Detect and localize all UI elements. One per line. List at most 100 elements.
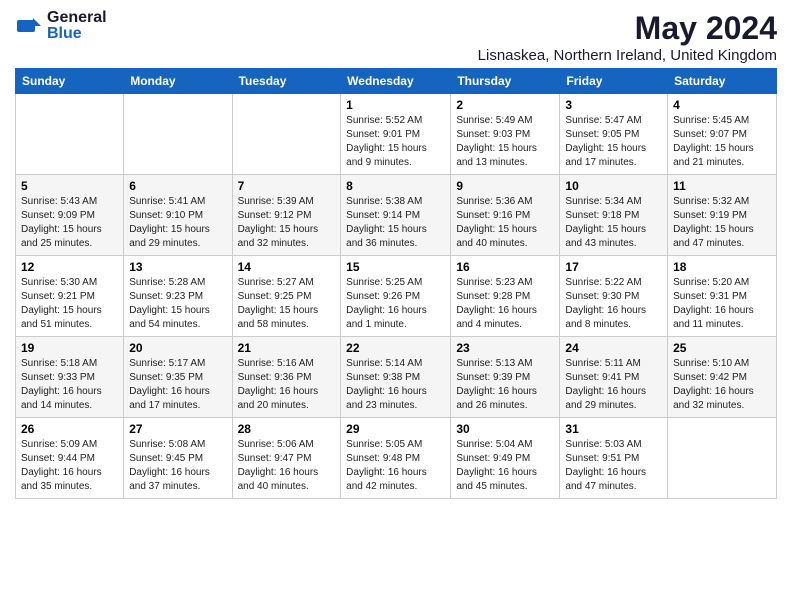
day-number: 6	[129, 179, 226, 193]
calendar-cell: 12 Sunrise: 5:30 AM Sunset: 9:21 PM Dayli…	[16, 256, 124, 337]
calendar-cell: 2 Sunrise: 5:49 AM Sunset: 9:03 PM Daylig…	[451, 94, 560, 175]
day-info: Sunrise: 5:39 AM Sunset: 9:12 PM Dayligh…	[238, 195, 336, 251]
calendar-cell: 29Sunrise: 5:05 AM Sunset: 9:48 PM Dayli…	[341, 418, 451, 499]
day-info: Sunrise: 5:34 AM Sunset: 9:18 PM Dayligh…	[565, 195, 662, 251]
calendar-week-5: 26Sunrise: 5:09 AM Sunset: 9:44 PM Dayli…	[16, 418, 777, 499]
calendar-cell: 25 Sunrise: 5:10 AM Sunset: 9:42 PM Dayli…	[668, 337, 777, 418]
calendar-week-1: 1 Sunrise: 5:52 AM Sunset: 9:01 PM Daylig…	[16, 94, 777, 175]
calendar-cell: 21 Sunrise: 5:16 AM Sunset: 9:36 PM Dayli…	[232, 337, 341, 418]
day-number: 27	[129, 422, 226, 436]
day-number: 19	[21, 341, 118, 355]
day-number: 14	[238, 260, 336, 274]
day-info: Sunrise: 5:17 AM Sunset: 9:35 PM Dayligh…	[129, 357, 226, 413]
day-number: 3	[565, 98, 662, 112]
calendar-cell: 23 Sunrise: 5:13 AM Sunset: 9:39 PM Dayli…	[451, 337, 560, 418]
calendar-cell: 4 Sunrise: 5:45 AM Sunset: 9:07 PM Daylig…	[668, 94, 777, 175]
day-number: 15	[346, 260, 445, 274]
day-number: 25	[673, 341, 771, 355]
calendar-cell	[16, 94, 124, 175]
day-number: 28	[238, 422, 336, 436]
header-tuesday: Tuesday	[232, 69, 341, 94]
logo-icon	[15, 12, 43, 40]
day-number: 1	[346, 98, 445, 112]
day-number: 12	[21, 260, 118, 274]
day-number: 11	[673, 179, 771, 193]
day-number: 31	[565, 422, 662, 436]
day-info: Sunrise: 5:38 AM Sunset: 9:14 PM Dayligh…	[346, 195, 445, 251]
day-number: 23	[456, 341, 554, 355]
calendar-cell: 1 Sunrise: 5:52 AM Sunset: 9:01 PM Daylig…	[341, 94, 451, 175]
day-info: Sunrise: 5:03 AM Sunset: 9:51 PM Dayligh…	[565, 438, 662, 494]
day-info: Sunrise: 5:16 AM Sunset: 9:36 PM Dayligh…	[238, 357, 336, 413]
day-number: 21	[238, 341, 336, 355]
day-number: 5	[21, 179, 118, 193]
day-info: Sunrise: 5:36 AM Sunset: 9:16 PM Dayligh…	[456, 195, 554, 251]
calendar-cell: 20Sunrise: 5:17 AM Sunset: 9:35 PM Dayli…	[124, 337, 232, 418]
calendar-cell: 16 Sunrise: 5:23 AM Sunset: 9:28 PM Dayli…	[451, 256, 560, 337]
day-number: 22	[346, 341, 445, 355]
day-info: Sunrise: 5:11 AM Sunset: 9:41 PM Dayligh…	[565, 357, 662, 413]
day-info: Sunrise: 5:18 AM Sunset: 9:33 PM Dayligh…	[21, 357, 118, 413]
day-number: 2	[456, 98, 554, 112]
day-info: Sunrise: 5:23 AM Sunset: 9:28 PM Dayligh…	[456, 276, 554, 332]
calendar-cell: 7 Sunrise: 5:39 AM Sunset: 9:12 PM Daylig…	[232, 175, 341, 256]
day-info: Sunrise: 5:30 AM Sunset: 9:21 PM Dayligh…	[21, 276, 118, 332]
header-wednesday: Wednesday	[341, 69, 451, 94]
day-info: Sunrise: 5:52 AM Sunset: 9:01 PM Dayligh…	[346, 114, 445, 170]
calendar-cell: 13 Sunrise: 5:28 AM Sunset: 9:23 PM Dayli…	[124, 256, 232, 337]
day-info: Sunrise: 5:09 AM Sunset: 9:44 PM Dayligh…	[21, 438, 118, 494]
day-number: 10	[565, 179, 662, 193]
calendar-cell: 24 Sunrise: 5:11 AM Sunset: 9:41 PM Dayli…	[560, 337, 668, 418]
calendar-cell: 11 Sunrise: 5:32 AM Sunset: 9:19 PM Dayli…	[668, 175, 777, 256]
day-number: 18	[673, 260, 771, 274]
month-title: May 2024	[478, 10, 777, 47]
calendar-week-3: 12 Sunrise: 5:30 AM Sunset: 9:21 PM Dayli…	[16, 256, 777, 337]
calendar-cell: 31 Sunrise: 5:03 AM Sunset: 9:51 PM Dayli…	[560, 418, 668, 499]
day-info: Sunrise: 5:06 AM Sunset: 9:47 PM Dayligh…	[238, 438, 336, 494]
day-info: Sunrise: 5:28 AM Sunset: 9:23 PM Dayligh…	[129, 276, 226, 332]
day-info: Sunrise: 5:20 AM Sunset: 9:31 PM Dayligh…	[673, 276, 771, 332]
calendar-cell: 15 Sunrise: 5:25 AM Sunset: 9:26 PM Dayli…	[341, 256, 451, 337]
day-info: Sunrise: 5:25 AM Sunset: 9:26 PM Dayligh…	[346, 276, 445, 332]
header-saturday: Saturday	[668, 69, 777, 94]
calendar-cell: 8Sunrise: 5:38 AM Sunset: 9:14 PM Daylig…	[341, 175, 451, 256]
day-info: Sunrise: 5:04 AM Sunset: 9:49 PM Dayligh…	[456, 438, 554, 494]
calendar-cell: 17Sunrise: 5:22 AM Sunset: 9:30 PM Dayli…	[560, 256, 668, 337]
day-number: 9	[456, 179, 554, 193]
day-info: Sunrise: 5:10 AM Sunset: 9:42 PM Dayligh…	[673, 357, 771, 413]
day-info: Sunrise: 5:47 AM Sunset: 9:05 PM Dayligh…	[565, 114, 662, 170]
title-area: May 2024 Lisnaskea, Northern Ireland, Un…	[478, 10, 777, 64]
day-number: 24	[565, 341, 662, 355]
day-info: Sunrise: 5:05 AM Sunset: 9:48 PM Dayligh…	[346, 438, 445, 494]
day-info: Sunrise: 5:13 AM Sunset: 9:39 PM Dayligh…	[456, 357, 554, 413]
calendar-week-2: 5 Sunrise: 5:43 AM Sunset: 9:09 PM Daylig…	[16, 175, 777, 256]
location-title: Lisnaskea, Northern Ireland, United King…	[478, 47, 777, 64]
day-info: Sunrise: 5:41 AM Sunset: 9:10 PM Dayligh…	[129, 195, 226, 251]
header-monday: Monday	[124, 69, 232, 94]
calendar-cell: 27Sunrise: 5:08 AM Sunset: 9:45 PM Dayli…	[124, 418, 232, 499]
day-number: 7	[238, 179, 336, 193]
calendar-cell: 18 Sunrise: 5:20 AM Sunset: 9:31 PM Dayli…	[668, 256, 777, 337]
calendar-cell: 19 Sunrise: 5:18 AM Sunset: 9:33 PM Dayli…	[16, 337, 124, 418]
calendar-week-4: 19 Sunrise: 5:18 AM Sunset: 9:33 PM Dayli…	[16, 337, 777, 418]
header-thursday: Thursday	[451, 69, 560, 94]
day-info: Sunrise: 5:22 AM Sunset: 9:30 PM Dayligh…	[565, 276, 662, 332]
calendar-cell: 9 Sunrise: 5:36 AM Sunset: 9:16 PM Daylig…	[451, 175, 560, 256]
calendar-cell: 22Sunrise: 5:14 AM Sunset: 9:38 PM Dayli…	[341, 337, 451, 418]
calendar-cell: 3 Sunrise: 5:47 AM Sunset: 9:05 PM Daylig…	[560, 94, 668, 175]
page-header: General Blue May 2024 Lisnaskea, Norther…	[15, 10, 777, 64]
day-info: Sunrise: 5:43 AM Sunset: 9:09 PM Dayligh…	[21, 195, 118, 251]
logo-general: General	[47, 10, 107, 26]
logo-blue: Blue	[47, 26, 107, 42]
day-number: 16	[456, 260, 554, 274]
day-info: Sunrise: 5:27 AM Sunset: 9:25 PM Dayligh…	[238, 276, 336, 332]
day-info: Sunrise: 5:45 AM Sunset: 9:07 PM Dayligh…	[673, 114, 771, 170]
calendar-cell: 10 Sunrise: 5:34 AM Sunset: 9:18 PM Dayli…	[560, 175, 668, 256]
day-number: 13	[129, 260, 226, 274]
calendar-cell: 14 Sunrise: 5:27 AM Sunset: 9:25 PM Dayli…	[232, 256, 341, 337]
calendar-table: SundayMondayTuesdayWednesdayThursdayFrid…	[15, 68, 777, 499]
day-number: 4	[673, 98, 771, 112]
day-info: Sunrise: 5:32 AM Sunset: 9:19 PM Dayligh…	[673, 195, 771, 251]
day-info: Sunrise: 5:49 AM Sunset: 9:03 PM Dayligh…	[456, 114, 554, 170]
calendar-cell	[668, 418, 777, 499]
